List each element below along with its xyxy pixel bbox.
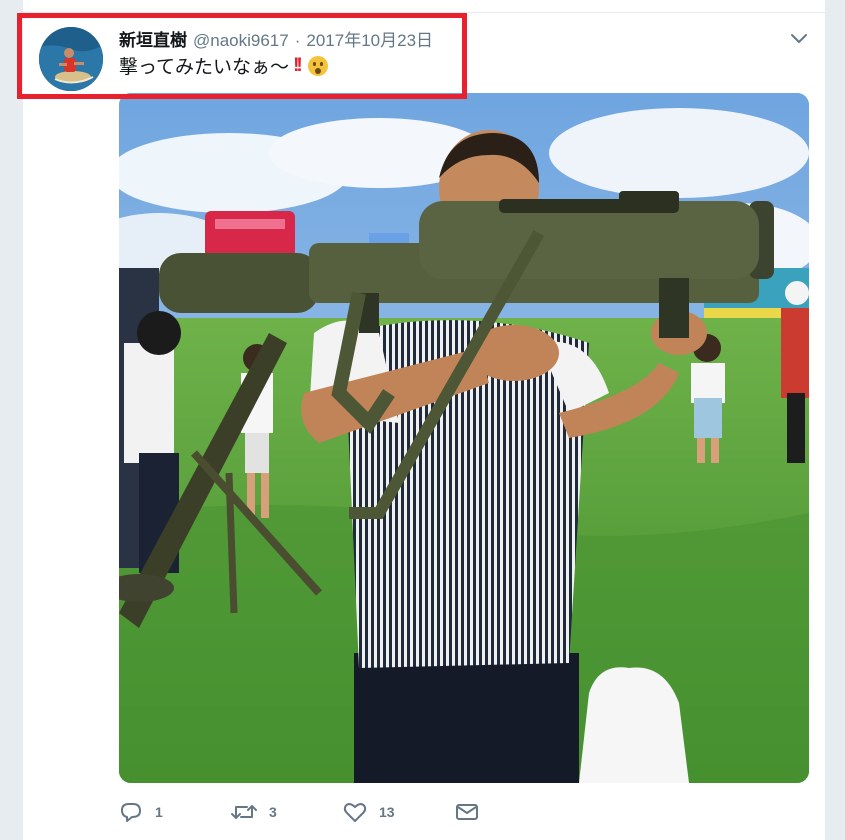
heart-icon <box>343 803 367 822</box>
reply-icon <box>121 803 141 822</box>
retweet-button[interactable]: 3 <box>231 801 343 823</box>
retweet-icon <box>231 805 257 819</box>
tweet-card: 新垣直樹 @naoki9617 · 2017年10月23日 撃ってみたいなぁ～ … <box>17 0 826 840</box>
retweet-count: 3 <box>269 804 277 820</box>
tweet-photo[interactable] <box>119 93 809 783</box>
photo-image <box>119 93 809 783</box>
reply-button[interactable]: 1 <box>119 801 231 823</box>
reply-count: 1 <box>155 804 163 820</box>
envelope-icon <box>456 804 478 820</box>
direct-message-button[interactable] <box>455 802 567 822</box>
highlight-annotation <box>17 13 467 99</box>
like-button[interactable]: 13 <box>343 801 455 823</box>
like-count: 13 <box>379 804 395 820</box>
tweet-actions: 1 3 13 <box>119 796 567 828</box>
chevron-down-icon[interactable] <box>789 28 809 48</box>
